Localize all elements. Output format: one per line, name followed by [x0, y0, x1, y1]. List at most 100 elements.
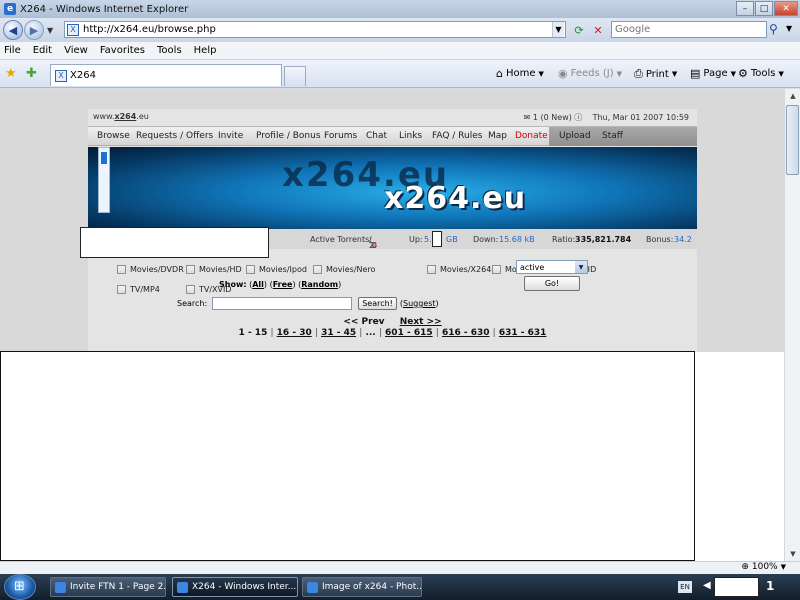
page-viewport: www.x264.eu ✉ 1 (0 New) ⓘ Thu, Mar 01 20… — [0, 89, 784, 561]
menu-view[interactable]: View — [64, 45, 88, 56]
page-link[interactable]: 31 - 45 — [321, 328, 356, 338]
show-random-link[interactable]: Random — [301, 280, 338, 289]
back-button[interactable]: ◀ — [3, 20, 23, 40]
clock[interactable]: 1 — [766, 579, 774, 593]
page-link[interactable]: 631 - 631 — [499, 328, 547, 338]
minimize-button[interactable]: – — [736, 1, 754, 16]
menu-tools[interactable]: Tools — [157, 45, 182, 56]
taskbar-item-x264[interactable]: X264 - Windows Inter... — [172, 577, 298, 597]
nav-upload[interactable]: Upload — [559, 131, 591, 141]
tools-button[interactable]: ⚙ Tools ▼ — [738, 67, 784, 80]
scroll-up-icon[interactable]: ▲ — [785, 89, 800, 103]
search-submit-button[interactable]: Search! — [358, 297, 397, 310]
zoom-control[interactable]: ⊕ 100% ▼ — [741, 562, 786, 572]
nav-faq[interactable]: FAQ / Rules — [432, 131, 482, 141]
page-link[interactable]: 16 - 30 — [277, 328, 312, 338]
tab-x264[interactable]: X X264 — [50, 64, 282, 86]
print-button[interactable]: ⎙ Print ▼ — [634, 67, 677, 81]
menu-help[interactable]: Help — [194, 45, 217, 56]
next-link[interactable]: Next >> — [400, 317, 442, 327]
checkbox[interactable] — [117, 285, 126, 294]
new-tab-button[interactable] — [284, 66, 306, 86]
nav-browse[interactable]: Browse — [97, 131, 130, 141]
taskbar-item-invite[interactable]: Invite FTN 1 - Page 2... — [50, 577, 166, 597]
history-dropdown[interactable]: ▼ — [47, 26, 53, 35]
show-label: Show: — [219, 280, 247, 289]
stop-button[interactable]: ✕ — [590, 22, 606, 38]
cat-tv-mp4[interactable]: TV/MP4 — [117, 285, 160, 294]
taskbar-item-photobucket[interactable]: Image of x264 - Phot... — [302, 577, 422, 597]
checkbox[interactable] — [117, 265, 126, 274]
url-input[interactable] — [83, 24, 553, 35]
nav-map[interactable]: Map — [488, 131, 507, 141]
nav-chat[interactable]: Chat — [366, 131, 387, 141]
search-input[interactable] — [612, 24, 762, 35]
go-button[interactable]: Go! — [524, 276, 580, 291]
active-torrents[interactable]: ⇧ 2/⇩ 0 — [369, 235, 378, 250]
chevron-down-icon[interactable]: ▼ — [781, 563, 786, 571]
maximize-button[interactable]: □ — [755, 1, 773, 16]
search-field[interactable] — [611, 21, 767, 38]
cat-movies-hd[interactable]: Movies/HD — [186, 265, 242, 274]
close-button[interactable]: ✕ — [774, 1, 798, 16]
envelope-icon[interactable]: ✉ — [524, 113, 531, 122]
forward-button[interactable]: ▶ — [24, 20, 44, 40]
menu-edit[interactable]: Edit — [33, 45, 52, 56]
nav-staff[interactable]: Staff — [602, 131, 623, 141]
cat-movies-x264[interactable]: Movies/X264 — [427, 265, 491, 274]
tray-expand-icon[interactable]: ◀ — [703, 580, 711, 591]
suggest-link[interactable]: Suggest — [403, 299, 436, 308]
site-banner: x264.eu x264.eu — [88, 147, 697, 229]
cat-movies-dvdr[interactable]: Movies/DVDR — [117, 265, 184, 274]
page-button[interactable]: ▤ Page ▼ — [690, 67, 736, 80]
messages-count[interactable]: 1 (0 New) — [533, 113, 572, 122]
checkbox[interactable] — [186, 265, 195, 274]
add-favorites-icon[interactable]: ✚ — [26, 66, 37, 81]
show-free-link[interactable]: Free — [273, 280, 293, 289]
checkbox[interactable] — [246, 265, 255, 274]
chevron-down-icon[interactable]: ▼ — [539, 70, 544, 78]
checkbox[interactable] — [313, 265, 322, 274]
nav-profile[interactable]: Profile / Bonus — [256, 131, 321, 141]
menu-favorites[interactable]: Favorites — [100, 45, 145, 56]
checkbox[interactable] — [492, 265, 501, 274]
address-field[interactable]: X — [64, 21, 566, 38]
feeds-button[interactable]: ◉ Feeds (J) ▼ — [558, 67, 622, 80]
chevron-down-icon[interactable]: ▼ — [779, 70, 784, 78]
prev-link[interactable]: << Prev — [343, 317, 384, 327]
nav-donate[interactable]: Donate — [515, 131, 548, 141]
bonus-value[interactable]: 34.2 — [674, 235, 692, 244]
status-select[interactable]: active ▼ — [516, 260, 588, 274]
favorites-center-icon[interactable]: ★ — [5, 66, 17, 81]
nav-invite[interactable]: Invite — [218, 131, 243, 141]
home-button[interactable]: ⌂ Home ▼ — [496, 67, 544, 80]
vertical-scrollbar[interactable]: ▲ ▼ — [784, 89, 800, 561]
scroll-down-icon[interactable]: ▼ — [785, 547, 800, 561]
chevron-down-icon[interactable]: ▼ — [617, 70, 622, 78]
refresh-button[interactable]: ⟳ — [571, 22, 587, 38]
cat-movies-nero[interactable]: Movies/Nero — [313, 265, 375, 274]
page-link[interactable]: 601 - 615 — [385, 328, 433, 338]
menu-file[interactable]: File — [4, 45, 21, 56]
print-label: Print — [645, 68, 669, 80]
nav-requests[interactable]: Requests / Offers — [136, 131, 213, 141]
show-all-link[interactable]: All — [252, 280, 264, 289]
search-button[interactable]: ⚲ — [769, 22, 778, 36]
cat-movies-ipod[interactable]: Movies/Ipod — [246, 265, 307, 274]
nav-links[interactable]: Links — [399, 131, 422, 141]
chevron-down-icon[interactable]: ▼ — [672, 70, 677, 78]
checkbox[interactable] — [186, 285, 195, 294]
chevron-down-icon[interactable]: ▼ — [731, 70, 736, 78]
search-provider-dropdown[interactable]: ▼ — [786, 24, 792, 33]
torrent-search-input[interactable] — [212, 297, 353, 310]
banner-logo[interactable]: x264.eu — [384, 181, 526, 216]
start-button[interactable] — [4, 574, 36, 600]
page-link[interactable]: 616 - 630 — [442, 328, 490, 338]
checkbox[interactable] — [427, 265, 436, 274]
url-dropdown[interactable]: ▼ — [552, 22, 564, 37]
language-indicator[interactable]: EN — [678, 581, 692, 593]
scroll-thumb[interactable] — [786, 105, 799, 175]
nav-forums[interactable]: Forums — [324, 131, 357, 141]
status-bar: ⊕ 100% ▼ — [0, 561, 800, 574]
chevron-down-icon[interactable]: ▼ — [575, 261, 587, 273]
